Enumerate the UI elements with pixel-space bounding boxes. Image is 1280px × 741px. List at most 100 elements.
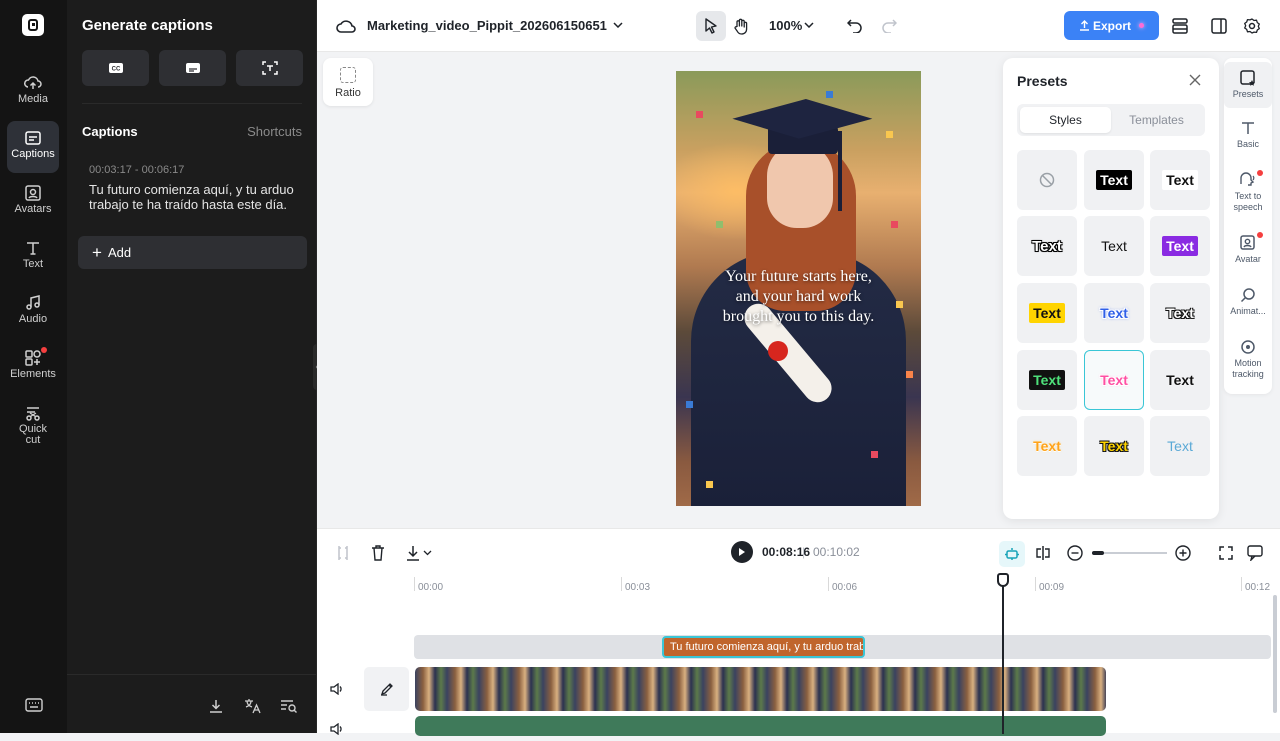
- tab-styles[interactable]: Styles: [1020, 107, 1111, 133]
- zoom-in-button[interactable]: [1171, 541, 1195, 565]
- rail-item-avatar[interactable]: Avatar: [1224, 232, 1272, 265]
- rail-item-media[interactable]: Media: [7, 66, 59, 118]
- preset-tile[interactable]: Text: [1150, 150, 1210, 210]
- hand-tool-button[interactable]: [726, 11, 756, 41]
- delete-button[interactable]: [366, 541, 390, 565]
- rail-item-presets[interactable]: Presets: [1224, 62, 1272, 108]
- fullscreen-button[interactable]: [1214, 541, 1238, 565]
- mute-audio-button[interactable]: [325, 717, 349, 741]
- cloud-icon: [336, 20, 356, 33]
- rail-item-label: Basic: [1236, 139, 1259, 149]
- preset-tile[interactable]: Text: [1150, 416, 1210, 476]
- feedback-button[interactable]: [1243, 541, 1267, 565]
- cloud-sync-button[interactable]: [335, 15, 357, 37]
- playhead[interactable]: [1002, 573, 1004, 734]
- keyboard-shortcuts-button[interactable]: [23, 694, 45, 716]
- preset-tile[interactable]: Text: [1084, 283, 1144, 343]
- rail-item-avatars[interactable]: Avatars: [7, 176, 59, 228]
- zoom-out-button[interactable]: [1063, 541, 1087, 565]
- project-menu-button[interactable]: [610, 17, 626, 33]
- pencil-icon: [380, 683, 393, 696]
- svg-text:CC: CC: [111, 67, 120, 73]
- rail-item-label: Avatar: [1235, 254, 1261, 264]
- preset-tile[interactable]: Text: [1150, 350, 1210, 410]
- add-caption-button[interactable]: + Add: [78, 236, 307, 269]
- zoom-slider[interactable]: [1092, 551, 1167, 555]
- preset-none[interactable]: [1017, 150, 1077, 210]
- preset-tile[interactable]: Text: [1150, 283, 1210, 343]
- ratio-button[interactable]: Ratio: [323, 58, 373, 106]
- video-subtitle[interactable]: Your future starts here, and your hard w…: [676, 267, 921, 327]
- rail-item-elements[interactable]: Elements: [7, 341, 59, 393]
- zoom-in-icon: [1175, 545, 1191, 561]
- download-captions-button[interactable]: [204, 694, 228, 718]
- confetti: [706, 481, 713, 488]
- search-captions-button[interactable]: [277, 694, 301, 718]
- select-tool-button[interactable]: [696, 11, 726, 41]
- no-style-icon: [1039, 172, 1055, 188]
- subtitle-button[interactable]: [159, 50, 226, 86]
- cursor-icon: [705, 18, 717, 34]
- shortcuts-link[interactable]: Shortcuts: [247, 124, 302, 139]
- preset-tile[interactable]: Text: [1017, 216, 1077, 276]
- preset-tile[interactable]: Text: [1084, 416, 1144, 476]
- video-preview[interactable]: Your future starts here, and your hard w…: [676, 71, 921, 506]
- target-icon: [1241, 340, 1255, 354]
- split-clip-button[interactable]: [1031, 541, 1055, 565]
- undo-icon: [847, 19, 862, 33]
- preset-sample-text: Text: [1096, 170, 1132, 190]
- download-menu-button[interactable]: [401, 541, 437, 565]
- preset-tile-selected[interactable]: Text: [1084, 350, 1144, 410]
- split-button[interactable]: [331, 541, 355, 565]
- speaker-icon: [330, 683, 342, 695]
- timeline-scrollbar[interactable]: [1273, 595, 1277, 713]
- zoom-level[interactable]: 100%: [769, 18, 802, 33]
- storage-button[interactable]: [1165, 11, 1195, 41]
- close-button[interactable]: [1189, 73, 1201, 91]
- animation-icon: [1240, 288, 1255, 303]
- ruler-tick: [1241, 577, 1242, 591]
- caption-text-input[interactable]: Tu futuro comienza aquí, y tu arduo trab…: [89, 182, 299, 212]
- preset-tile[interactable]: Text: [1084, 216, 1144, 276]
- mute-video-button[interactable]: [325, 677, 349, 701]
- preset-sample-text: Text: [1166, 372, 1194, 388]
- rail-item-basic[interactable]: Basic: [1224, 120, 1272, 150]
- app-logo[interactable]: [22, 14, 44, 36]
- split-clip-icon: [1036, 546, 1050, 560]
- rail-item-motion-tracking[interactable]: Motion tracking: [1224, 339, 1272, 380]
- rail-item-animation[interactable]: Animat...: [1224, 287, 1272, 317]
- scan-text-button[interactable]: [236, 50, 303, 86]
- zoom-slider-thumb[interactable]: [1092, 551, 1104, 555]
- add-label: Add: [107, 245, 132, 260]
- layers-icon: [1172, 18, 1188, 34]
- caption-clip[interactable]: Tu futuro comienza aquí, y tu arduo trab: [662, 636, 865, 658]
- rail-item-text-to-speech[interactable]: Text to speech: [1224, 170, 1272, 213]
- auto-captions-button[interactable]: CC: [82, 50, 149, 86]
- preset-tile[interactable]: Text: [1084, 150, 1144, 210]
- tab-templates[interactable]: Templates: [1111, 107, 1202, 133]
- keyboard-icon: [25, 698, 43, 712]
- preset-tile[interactable]: Text: [1150, 216, 1210, 276]
- rail-item-label: Text: [22, 258, 44, 270]
- edit-cover-button[interactable]: [364, 667, 409, 711]
- rail-item-quick-cut[interactable]: Quick cut: [7, 396, 59, 456]
- magnet-snap-button[interactable]: [999, 541, 1025, 567]
- redo-button[interactable]: [874, 11, 904, 41]
- rail-item-text[interactable]: Text: [7, 231, 59, 283]
- chevron-down-icon: [613, 22, 623, 28]
- elements-icon: [25, 350, 41, 366]
- project-title[interactable]: Marketing_video_Pippit_202606150651: [367, 18, 607, 33]
- zoom-menu-button[interactable]: [804, 18, 816, 32]
- settings-button[interactable]: [1237, 11, 1267, 41]
- undo-button[interactable]: [840, 11, 870, 41]
- play-button[interactable]: [731, 541, 753, 563]
- preset-tile[interactable]: Text: [1017, 416, 1077, 476]
- translate-button[interactable]: [241, 694, 265, 718]
- rail-item-captions[interactable]: Captions: [7, 121, 59, 173]
- playhead-handle[interactable]: [997, 573, 1009, 587]
- export-button[interactable]: Export: [1064, 11, 1159, 40]
- layout-toggle-button[interactable]: [1204, 11, 1234, 41]
- preset-tile[interactable]: Text: [1017, 350, 1077, 410]
- preset-tile[interactable]: Text: [1017, 283, 1077, 343]
- rail-item-audio[interactable]: Audio: [7, 286, 59, 338]
